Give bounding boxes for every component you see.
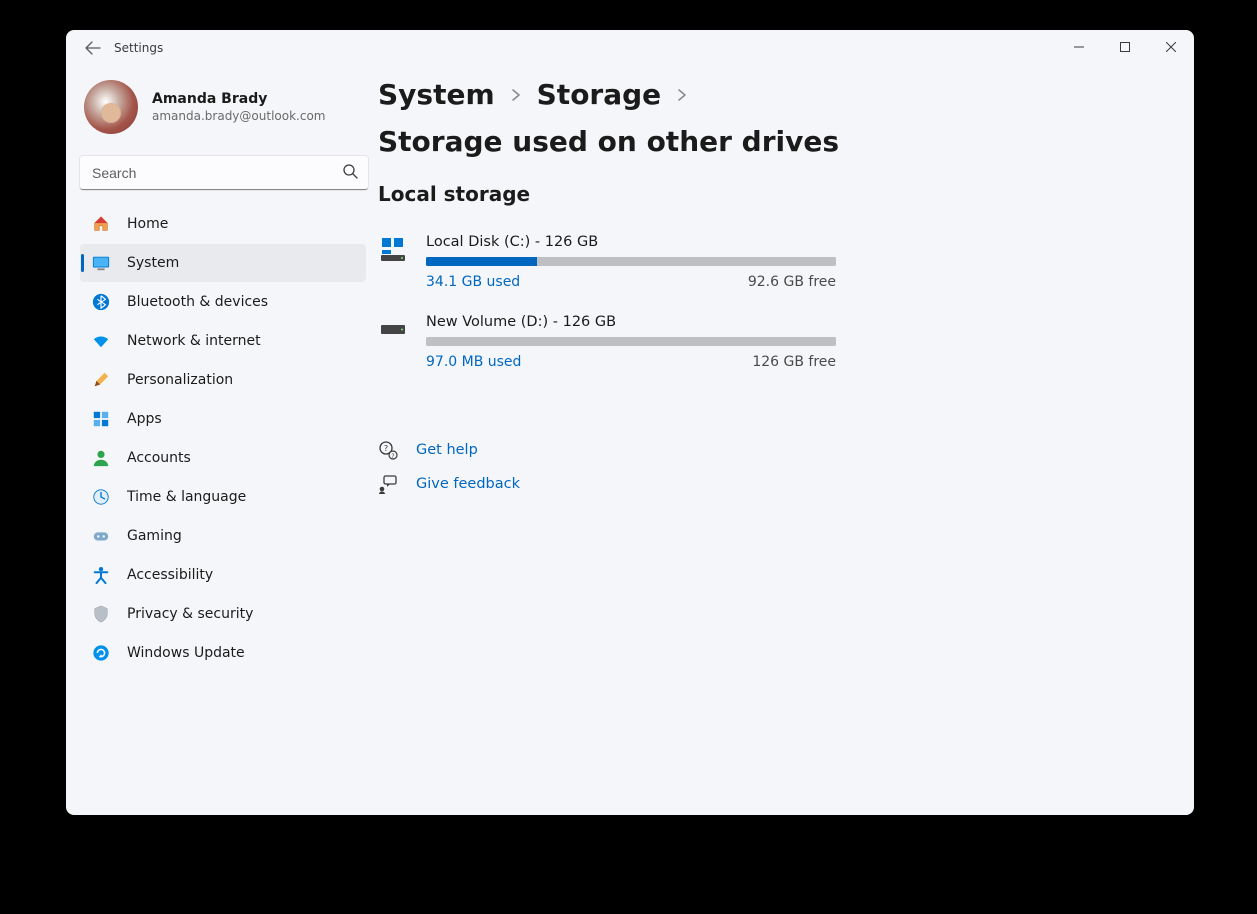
close-icon (1166, 42, 1176, 52)
drive-usage-bar (426, 257, 836, 266)
sidebar-item-time-language[interactable]: Time & language (80, 478, 366, 516)
drive-row-c[interactable]: Local Disk (C:) - 126 GB 34.1 GB used 92… (378, 234, 1154, 290)
search-box (80, 156, 368, 190)
maximize-icon (1120, 42, 1130, 52)
main-panel: System Storage Storage used on other dri… (378, 66, 1194, 815)
back-arrow-icon (85, 40, 101, 56)
minimize-button[interactable] (1056, 30, 1102, 64)
sidebar-item-apps[interactable]: Apps (80, 400, 366, 438)
feedback-link-label: Give feedback (416, 476, 520, 492)
avatar (84, 80, 138, 134)
sidebar-item-bluetooth[interactable]: Bluetooth & devices (80, 283, 366, 321)
sidebar-item-windows-update[interactable]: Windows Update (80, 634, 366, 672)
drive-free: 92.6 GB free (748, 274, 836, 290)
help-links: ?? Get help Give feedback (378, 440, 1154, 494)
privacy-icon (92, 605, 110, 623)
breadcrumb-current: Storage used on other drives (378, 125, 839, 158)
help-link-label: Get help (416, 442, 478, 458)
sidebar-item-accounts[interactable]: Accounts (80, 439, 366, 477)
back-button[interactable] (80, 35, 106, 61)
drive-used: 34.1 GB used (426, 274, 520, 290)
bluetooth-icon (92, 293, 110, 311)
window-controls (1056, 30, 1194, 64)
drive-used: 97.0 MB used (426, 354, 521, 370)
accessibility-icon (92, 566, 110, 584)
windows-update-icon (92, 644, 110, 662)
sidebar-item-label: Accounts (127, 450, 191, 466)
sidebar-item-label: Privacy & security (127, 606, 253, 622)
sidebar-item-home[interactable]: Home (80, 205, 366, 243)
window-title: Settings (114, 41, 163, 55)
sidebar-item-label: Time & language (127, 489, 246, 505)
apps-icon (92, 410, 110, 428)
sidebar-item-label: Personalization (127, 372, 233, 388)
personalization-icon (92, 371, 110, 389)
svg-text:?: ? (384, 444, 388, 453)
maximize-button[interactable] (1102, 30, 1148, 64)
sidebar-item-label: Accessibility (127, 567, 213, 583)
sidebar-item-label: Apps (127, 411, 162, 427)
sidebar-item-personalization[interactable]: Personalization (80, 361, 366, 399)
breadcrumb-storage[interactable]: Storage (537, 78, 662, 111)
network-icon (92, 332, 110, 350)
breadcrumb-system[interactable]: System (378, 78, 495, 111)
nav-list: Home System Bluetooth & devices (80, 204, 374, 673)
home-icon (92, 215, 110, 233)
drive-name: New Volume (D:) - 126 GB (426, 314, 836, 330)
close-button[interactable] (1148, 30, 1194, 64)
sidebar-item-label: Gaming (127, 528, 182, 544)
chevron-right-icon (675, 88, 689, 102)
sidebar-item-label: Home (127, 216, 168, 232)
help-icon: ?? (378, 440, 398, 460)
profile-name: Amanda Brady (152, 91, 325, 107)
search-input[interactable] (80, 156, 368, 190)
feedback-icon (378, 474, 398, 494)
sidebar-item-label: System (127, 255, 179, 271)
sidebar: Amanda Brady amanda.brady@outlook.com Ho… (66, 66, 378, 815)
get-help-link[interactable]: ?? Get help (378, 440, 1154, 460)
sidebar-item-label: Bluetooth & devices (127, 294, 268, 310)
breadcrumb: System Storage Storage used on other dri… (378, 78, 1154, 158)
sidebar-item-privacy[interactable]: Privacy & security (80, 595, 366, 633)
sidebar-item-system[interactable]: System (80, 244, 366, 282)
drive-free: 126 GB free (752, 354, 836, 370)
sidebar-item-label: Windows Update (127, 645, 245, 661)
time-language-icon (92, 488, 110, 506)
svg-text:?: ? (391, 453, 394, 460)
profile-card[interactable]: Amanda Brady amanda.brady@outlook.com (80, 74, 374, 148)
drive-row-d[interactable]: New Volume (D:) - 126 GB 97.0 MB used 12… (378, 314, 1154, 370)
os-drive-icon (378, 234, 408, 264)
chevron-right-icon (509, 88, 523, 102)
drive-usage-bar (426, 337, 836, 346)
drive-name: Local Disk (C:) - 126 GB (426, 234, 836, 250)
sidebar-item-accessibility[interactable]: Accessibility (80, 556, 366, 594)
sidebar-item-label: Network & internet (127, 333, 261, 349)
titlebar: Settings (66, 30, 1194, 66)
drive-usage-fill (426, 257, 537, 266)
sidebar-item-gaming[interactable]: Gaming (80, 517, 366, 555)
give-feedback-link[interactable]: Give feedback (378, 474, 1154, 494)
profile-email: amanda.brady@outlook.com (152, 109, 325, 123)
accounts-icon (92, 449, 110, 467)
section-title: Local storage (378, 182, 1154, 206)
settings-window: Settings Amanda Brady amanda.brady@outlo… (66, 30, 1194, 815)
drive-icon (378, 314, 408, 344)
gaming-icon (92, 527, 110, 545)
system-icon (92, 254, 110, 272)
sidebar-item-network[interactable]: Network & internet (80, 322, 366, 360)
minimize-icon (1074, 42, 1084, 52)
